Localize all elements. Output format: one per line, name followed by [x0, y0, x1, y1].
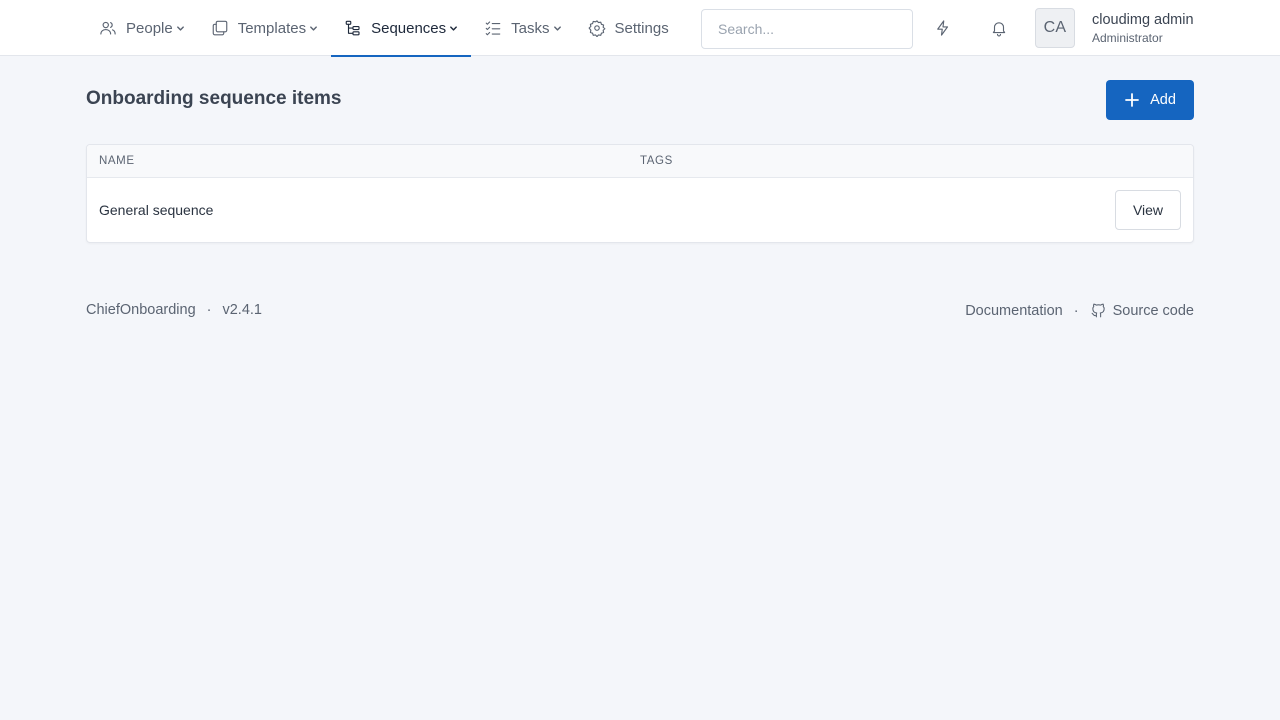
- nav-settings[interactable]: Settings: [575, 0, 682, 56]
- github-icon: [1090, 302, 1107, 319]
- nav-people-label: People: [126, 19, 173, 37]
- app-version: v2.4.1: [222, 302, 262, 318]
- footer-separator: ·: [206, 302, 212, 318]
- add-button[interactable]: Add: [1106, 80, 1194, 120]
- chevron-down-icon: [449, 24, 458, 33]
- nav-sequences-label: Sequences: [371, 19, 447, 37]
- user-info[interactable]: cloudimg admin Administrator: [1092, 11, 1202, 46]
- top-navigation-bar: People Templates Sequences Tasks Setting…: [0, 0, 1280, 57]
- chevron-down-icon: [309, 24, 318, 33]
- footer-right: Documentation · Source code: [965, 302, 1194, 319]
- user-role: Administrator: [1092, 31, 1163, 45]
- integrations-button[interactable]: [927, 12, 959, 44]
- footer-separator: ·: [1073, 302, 1079, 319]
- nav-people[interactable]: People: [86, 0, 198, 56]
- nav-sequences[interactable]: Sequences: [331, 0, 472, 57]
- user-name: cloudimg admin: [1092, 12, 1194, 28]
- sequence-name: General sequence: [99, 202, 214, 218]
- notifications-button[interactable]: [983, 12, 1015, 44]
- search-input[interactable]: [701, 9, 913, 49]
- avatar[interactable]: CA: [1035, 8, 1075, 48]
- column-header-tags: TAGS: [640, 155, 673, 167]
- hierarchy-icon: [344, 19, 362, 37]
- source-code-label: Source code: [1112, 302, 1194, 319]
- view-button[interactable]: View: [1115, 190, 1181, 230]
- app-name: ChiefOnboarding: [86, 302, 196, 318]
- source-code-link[interactable]: Source code: [1090, 302, 1194, 319]
- users-icon: [99, 19, 117, 37]
- list-check-icon: [484, 19, 502, 37]
- main-nav: People Templates Sequences Tasks Setting…: [86, 0, 682, 57]
- nav-settings-label: Settings: [614, 19, 669, 37]
- table-header: NAME TAGS: [87, 145, 1193, 178]
- nav-templates[interactable]: Templates: [198, 0, 331, 56]
- chevron-down-icon: [553, 24, 562, 33]
- nav-tasks[interactable]: Tasks: [471, 0, 574, 56]
- documentation-link[interactable]: Documentation: [965, 303, 1063, 319]
- sequences-table: NAME TAGS General sequence View: [86, 144, 1194, 243]
- page-title: Onboarding sequence items: [86, 88, 342, 109]
- table-row: General sequence View: [87, 178, 1193, 242]
- gear-icon: [588, 19, 606, 37]
- nav-templates-label: Templates: [237, 19, 307, 37]
- add-button-label: Add: [1150, 92, 1176, 108]
- bell-icon: [992, 22, 1006, 37]
- plus-icon: [1125, 93, 1139, 107]
- chevron-down-icon: [176, 24, 185, 33]
- lightning-bolt-icon: [937, 20, 949, 36]
- column-header-name: NAME: [99, 155, 135, 167]
- footer-left: ChiefOnboarding · v2.4.1: [86, 302, 262, 318]
- copy-icon: [211, 19, 229, 37]
- nav-tasks-label: Tasks: [511, 19, 550, 37]
